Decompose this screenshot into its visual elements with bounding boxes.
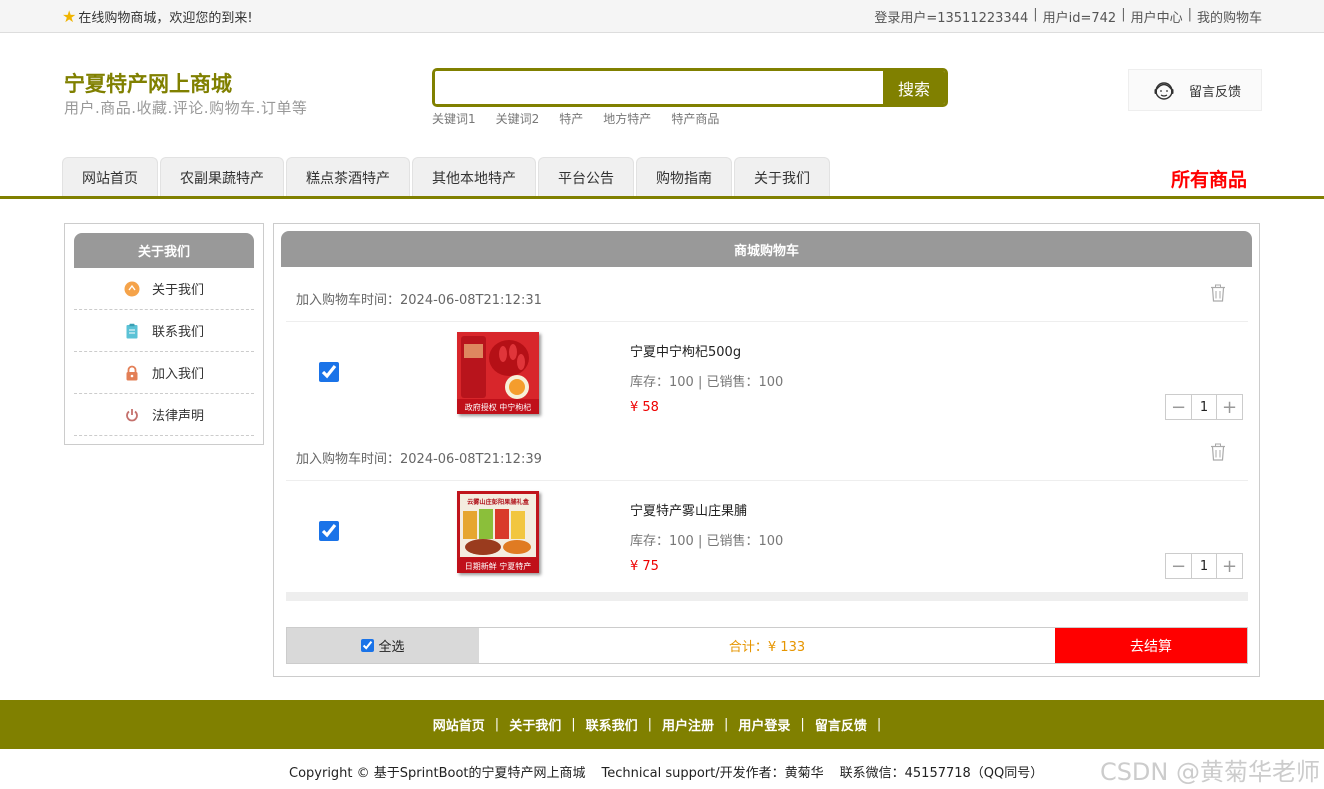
support-text: Technical support/开发作者：黄菊华	[601, 766, 824, 781]
product-name[interactable]: 宁夏中宁枸杞500g	[630, 341, 741, 360]
welcome-text: ★ 在线购物商城，欢迎您的到来!	[62, 7, 253, 26]
feedback-label: 留言反馈	[1189, 84, 1242, 100]
power-icon	[126, 408, 138, 421]
customer-service-icon	[1154, 82, 1174, 100]
product-image[interactable]: 云雾山庄彭阳果脯礼盒 日期新鲜 宁夏特产	[457, 491, 539, 573]
user-id-link[interactable]: 用户id=742	[1043, 7, 1117, 26]
clipboard-icon	[126, 323, 138, 338]
search-input[interactable]	[435, 71, 883, 104]
watermark: CSDN @黄菊华老师	[1099, 758, 1320, 786]
increase-button[interactable]: +	[1217, 554, 1242, 578]
cart-panel: 商城购物车 加入购物车时间：2024-06-08T21:12:31 政府授权 中…	[273, 223, 1260, 677]
user-center-link[interactable]: 用户中心	[1131, 7, 1183, 26]
tab-produce[interactable]: 农副果蔬特产	[160, 157, 284, 197]
sidebar-item-label: 关于我们	[151, 283, 204, 298]
keyword-link[interactable]: 特产	[559, 110, 583, 127]
user-links: 登录用户=13511223344 | 用户id=742 | 用户中心 | 我的购…	[874, 7, 1262, 26]
footer-link-contact[interactable]: 联系我们	[586, 715, 638, 734]
sidebar-item-legal[interactable]: 法律声明	[74, 394, 254, 436]
select-all[interactable]: 全选	[287, 628, 479, 663]
cart-total: 合计：¥ 133	[728, 640, 806, 655]
tab-shopping-guide[interactable]: 购物指南	[636, 157, 732, 197]
trash-icon[interactable]	[1210, 284, 1226, 302]
top-bar: ★ 在线购物商城，欢迎您的到来! 登录用户=13511223344 | 用户id…	[0, 0, 1324, 33]
quantity-stepper: − 1 +	[1165, 553, 1243, 579]
added-time: 加入购物车时间：2024-06-08T21:12:39	[296, 452, 542, 467]
orange-circle-icon	[124, 281, 140, 296]
quantity-stepper: − 1 +	[1165, 394, 1243, 420]
site-subtitle: 用户.商品.收藏.评论.购物车.订单等	[64, 99, 308, 117]
sidebar: 关于我们 关于我们 联系我们 加入我们 法律声明	[64, 223, 264, 445]
cart-summary: 全选 合计：¥ 133 去结算	[286, 627, 1248, 664]
select-all-checkbox[interactable]	[361, 639, 375, 652]
welcome-label: 在线购物商城，欢迎您的到来!	[78, 11, 253, 26]
product-stock: 库存：100 | 已销售：100	[630, 375, 784, 390]
thumb-caption: 日期新鲜 宁夏特产	[465, 561, 532, 571]
sidebar-item-label: 法律声明	[151, 409, 204, 424]
item-checkbox[interactable]	[319, 362, 339, 382]
contact-text: 联系微信：45157718（QQ同号）	[839, 766, 1044, 781]
keyword-link[interactable]: 特产商品	[671, 110, 719, 127]
product-stock: 库存：100 | 已销售：100	[630, 534, 784, 549]
sidebar-item-contact[interactable]: 联系我们	[74, 310, 254, 352]
footer-link-home[interactable]: 网站首页	[433, 715, 485, 734]
quantity-value[interactable]: 1	[1191, 554, 1217, 578]
copyright-text: Copyright © 基于SprintBoot的宁夏特产网上商城	[289, 766, 586, 781]
site-title[interactable]: 宁夏特产网上商城	[64, 68, 232, 98]
tab-about-us[interactable]: 关于我们	[734, 157, 830, 197]
main-nav: 网站首页 农副果蔬特产 糕点茶酒特产 其他本地特产 平台公告 购物指南 关于我们	[62, 157, 830, 197]
footer-link-about[interactable]: 关于我们	[509, 715, 561, 734]
product-name[interactable]: 宁夏特产雾山庄果脯	[630, 500, 747, 519]
star-icon: ★	[62, 6, 77, 26]
tab-pastry-tea-wine[interactable]: 糕点茶酒特产	[286, 157, 410, 197]
cart-item: 加入购物车时间：2024-06-08T21:12:39 云雾山庄彭阳果脯礼盒 日…	[286, 435, 1248, 594]
sidebar-item-about[interactable]: 关于我们	[74, 268, 254, 310]
checkout-button[interactable]: 去结算	[1055, 628, 1247, 663]
hot-keywords: 关键词1 关键词2 特产 地方特产 特产商品	[432, 110, 719, 127]
my-cart-link[interactable]: 我的购物车	[1197, 7, 1262, 26]
footer-nav: 网站首页 | 关于我们 | 联系我们 | 用户注册 | 用户登录 | 留言反馈 |	[0, 700, 1324, 749]
cart-item: 加入购物车时间：2024-06-08T21:12:31 政府授权 中宁枸杞 宁夏…	[286, 276, 1248, 435]
cart-separator	[286, 592, 1248, 601]
product-image[interactable]: 政府授权 中宁枸杞	[457, 332, 539, 414]
sidebar-item-join[interactable]: 加入我们	[74, 352, 254, 394]
decrease-button[interactable]: −	[1166, 554, 1191, 578]
tab-announcements[interactable]: 平台公告	[538, 157, 634, 197]
footer-link-register[interactable]: 用户注册	[662, 715, 714, 734]
footer-link-feedback[interactable]: 留言反馈	[815, 715, 867, 734]
added-time: 加入购物车时间：2024-06-08T21:12:31	[296, 293, 542, 308]
login-user-link[interactable]: 登录用户=13511223344	[874, 7, 1028, 26]
search-button[interactable]: 搜索	[883, 71, 945, 104]
thumb-title: 云雾山庄彭阳果脯礼盒	[467, 498, 530, 506]
sidebar-item-label: 联系我们	[151, 325, 204, 340]
copyright: Copyright © 基于SprintBoot的宁夏特产网上商城 Techni…	[289, 762, 1043, 781]
sidebar-item-label: 加入我们	[151, 367, 204, 382]
sidebar-title: 关于我们	[74, 233, 254, 268]
tab-other-local[interactable]: 其他本地特产	[412, 157, 536, 197]
increase-button[interactable]: +	[1217, 395, 1242, 419]
decrease-button[interactable]: −	[1166, 395, 1191, 419]
keyword-link[interactable]: 关键词2	[496, 110, 540, 127]
lock-icon	[126, 365, 138, 380]
select-all-label: 全选	[378, 640, 405, 655]
product-price: ¥ 58	[630, 400, 659, 415]
all-goods-link[interactable]: 所有商品	[1171, 165, 1247, 192]
search-bar: 搜索	[432, 68, 948, 107]
trash-icon[interactable]	[1210, 443, 1226, 461]
thumb-caption: 政府授权 中宁枸杞	[465, 402, 532, 412]
keyword-link[interactable]: 关键词1	[432, 110, 476, 127]
item-checkbox[interactable]	[319, 521, 339, 541]
nav-divider	[0, 196, 1324, 199]
footer-link-login[interactable]: 用户登录	[738, 715, 790, 734]
cart-title: 商城购物车	[281, 231, 1252, 267]
feedback-button[interactable]: 留言反馈	[1128, 69, 1262, 111]
keyword-link[interactable]: 地方特产	[603, 110, 651, 127]
tab-home[interactable]: 网站首页	[62, 157, 158, 197]
quantity-value[interactable]: 1	[1191, 395, 1217, 419]
product-price: ¥ 75	[630, 559, 659, 574]
